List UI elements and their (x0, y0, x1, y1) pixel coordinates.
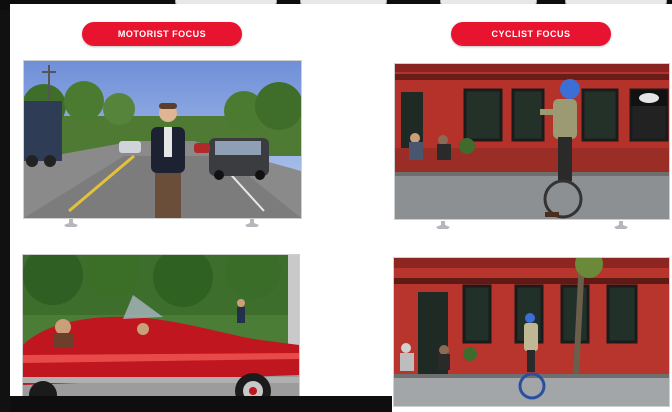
motorist-red-convertible-video[interactable] (22, 254, 300, 408)
tv-stand-right (245, 219, 259, 227)
tv-stand-left (64, 219, 78, 227)
cyclist-focus-badge: CYCLIST FOCUS (451, 22, 611, 46)
tv-stand-right (614, 221, 628, 229)
cyclist-unicycle-storefront-video[interactable] (394, 63, 670, 220)
motorist-focus-badge: MOTORIST FOCUS (82, 22, 242, 46)
bottom-control-bar (10, 396, 392, 412)
cyclist-unicycle-street-video[interactable] (393, 257, 670, 407)
motorist-road-presenter-video[interactable] (23, 60, 302, 219)
cyclist-focus-label: CYCLIST FOCUS (491, 29, 571, 39)
motorist-focus-label: MOTORIST FOCUS (117, 29, 207, 39)
tv-stand-left (436, 221, 450, 229)
